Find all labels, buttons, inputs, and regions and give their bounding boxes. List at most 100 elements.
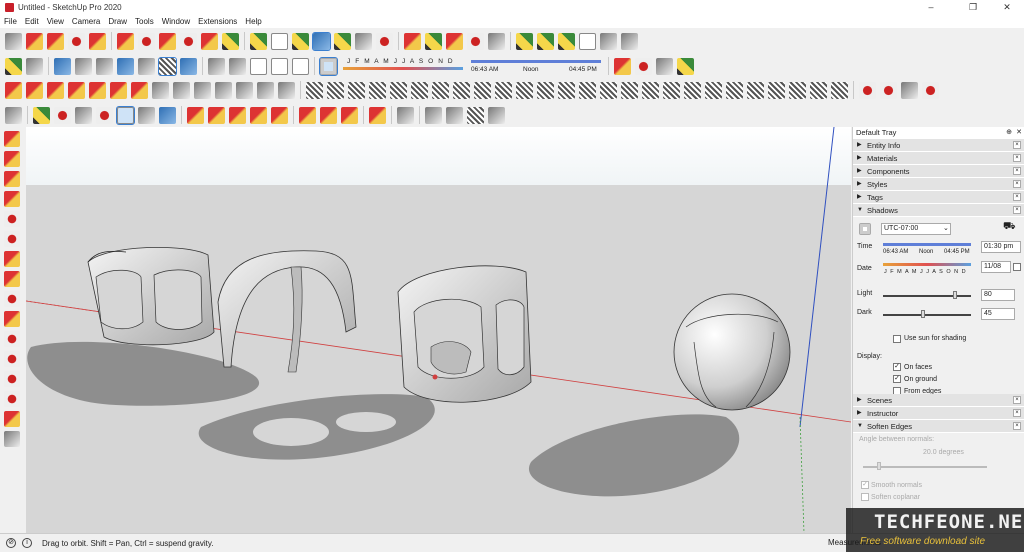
line-tool-icon[interactable] (47, 32, 64, 50)
panel-instructor[interactable]: ▶ Instructor × (853, 407, 1024, 420)
shaded-texture-style-icon[interactable] (271, 57, 288, 75)
follow-me-tool-icon[interactable] (180, 32, 197, 50)
dark-input[interactable]: 45 (981, 308, 1015, 320)
soften-coplanar-checkbox[interactable] (861, 493, 869, 501)
triangle-select-icon[interactable] (369, 106, 386, 124)
protractor-tool-icon[interactable] (537, 32, 554, 50)
panel-tags[interactable]: ▶ Tags × (853, 191, 1024, 204)
panel-shadows[interactable]: ▼ Shadows × (853, 204, 1024, 217)
add-detail-icon[interactable] (257, 81, 274, 99)
pan-tool-icon[interactable] (334, 32, 351, 50)
scale-left-icon[interactable] (4, 411, 20, 427)
date-slider[interactable]: J F M A M J J A S O N D (343, 58, 463, 75)
rect-left-icon[interactable] (4, 191, 20, 207)
ruby-console-icon[interactable] (467, 32, 484, 50)
mirror-icon[interactable] (768, 81, 785, 99)
right-view-icon[interactable] (117, 57, 134, 75)
zoom-tool-icon[interactable] (355, 32, 372, 50)
inset-icon[interactable] (705, 81, 722, 99)
eraser-tool-icon[interactable] (26, 32, 43, 50)
knife-icon[interactable] (495, 81, 512, 99)
angle-slider[interactable] (863, 466, 987, 468)
arc-2pt-tool-icon[interactable] (26, 81, 43, 99)
panel-close-icon[interactable]: × (1013, 206, 1021, 214)
cross-select-icon[interactable] (320, 106, 337, 124)
tape-measure-tool-icon[interactable] (250, 32, 267, 50)
menu-tools[interactable]: Tools (135, 17, 154, 26)
menu-view[interactable]: View (47, 17, 64, 26)
region-select-icon[interactable] (600, 81, 617, 99)
panel-scenes[interactable]: ▶ Scenes × (853, 394, 1024, 407)
profile-icon[interactable] (488, 32, 505, 50)
close-button[interactable]: ✕ (992, 0, 1022, 15)
outer-shell-icon[interactable] (411, 81, 428, 99)
axes-tool-icon[interactable] (292, 32, 309, 50)
warehouse-share-icon[interactable] (614, 57, 631, 75)
panel-close-icon[interactable]: × (1013, 193, 1021, 201)
rectangle-tool-icon[interactable] (89, 32, 106, 50)
on-faces-checkbox[interactable]: ✓ (893, 363, 901, 371)
solid-intersect-icon[interactable] (348, 81, 365, 99)
shadows-toggle-icon[interactable] (319, 56, 338, 76)
back-view-icon[interactable] (138, 57, 155, 75)
rotate-tool-icon[interactable] (159, 32, 176, 50)
xray-style-icon[interactable] (180, 57, 197, 75)
date-track[interactable] (883, 263, 971, 266)
draw-edge-icon[interactable] (299, 106, 316, 124)
3d-warehouse-icon[interactable] (404, 32, 421, 50)
bridge-icon[interactable] (726, 81, 743, 99)
scale-tool-icon[interactable] (201, 32, 218, 50)
smoove-icon[interactable] (194, 81, 211, 99)
smooth-normals-checkbox[interactable]: ✓ (861, 481, 869, 489)
make-group-icon[interactable] (116, 105, 135, 125)
grow-select-icon[interactable] (558, 81, 575, 99)
iso-view-icon[interactable] (54, 57, 71, 75)
add-location-icon[interactable] (33, 106, 50, 124)
geo-location-icon[interactable]: ⊘ (6, 538, 16, 548)
on-ground-checkbox[interactable]: ✓ (893, 375, 901, 383)
panel-components[interactable]: ▶ Components × (853, 165, 1024, 178)
weld-icon[interactable] (789, 81, 806, 99)
move-left-icon[interactable] (4, 331, 20, 347)
pie-left-icon[interactable] (4, 291, 20, 307)
flip-edge-icon[interactable] (278, 81, 295, 99)
position-camera-icon[interactable] (96, 106, 113, 124)
poly-select-icon[interactable] (341, 106, 358, 124)
arc3-left-icon[interactable] (4, 311, 20, 327)
push-pull-tool-icon[interactable] (117, 32, 134, 50)
move-arrows-icon[interactable] (425, 106, 442, 124)
rectangle-left-icon[interactable] (4, 171, 20, 187)
drape-icon[interactable] (236, 81, 253, 99)
shaded-style-icon[interactable] (250, 57, 267, 75)
sandbox-contours-icon[interactable] (152, 81, 169, 99)
monochrome-style-icon[interactable] (292, 57, 309, 75)
stamp-icon[interactable] (215, 81, 232, 99)
rotate-arrows-icon[interactable] (446, 106, 463, 124)
edge-tool-icon[interactable] (208, 106, 225, 124)
time-input[interactable]: 01:30 pm (981, 241, 1021, 253)
pencil-tool-icon[interactable] (4, 131, 20, 147)
face-select-icon[interactable] (642, 81, 659, 99)
component-icon[interactable] (75, 106, 92, 124)
help-question-icon[interactable] (159, 106, 176, 124)
loop-select-icon[interactable] (516, 81, 533, 99)
panel-close-icon[interactable]: × (1013, 154, 1021, 162)
freehand-tool-icon[interactable] (5, 81, 22, 99)
face-tool-icon[interactable] (229, 106, 246, 124)
map-location-icon[interactable] (5, 57, 22, 75)
loop-tool-icon[interactable] (250, 106, 267, 124)
timezone-select[interactable]: UTC-07:00 (881, 223, 951, 235)
maximize-button[interactable]: ❐ (958, 0, 988, 15)
menu-file[interactable]: File (4, 17, 17, 26)
panel-close-icon[interactable]: × (1013, 167, 1021, 175)
subd-toggle-icon[interactable] (880, 81, 897, 99)
menu-camera[interactable]: Camera (72, 17, 100, 26)
light-slider[interactable] (883, 295, 971, 297)
panel-materials[interactable]: ▶ Materials × (853, 152, 1024, 165)
panel-close-icon[interactable]: × (1013, 396, 1021, 404)
vertex-tool-icon[interactable] (187, 106, 204, 124)
arc2-left-icon[interactable] (4, 271, 20, 287)
circle-left-icon[interactable] (4, 211, 20, 227)
tray-close-icon[interactable]: ✕ (1016, 127, 1022, 139)
arc-3pt-tool-icon[interactable] (47, 81, 64, 99)
